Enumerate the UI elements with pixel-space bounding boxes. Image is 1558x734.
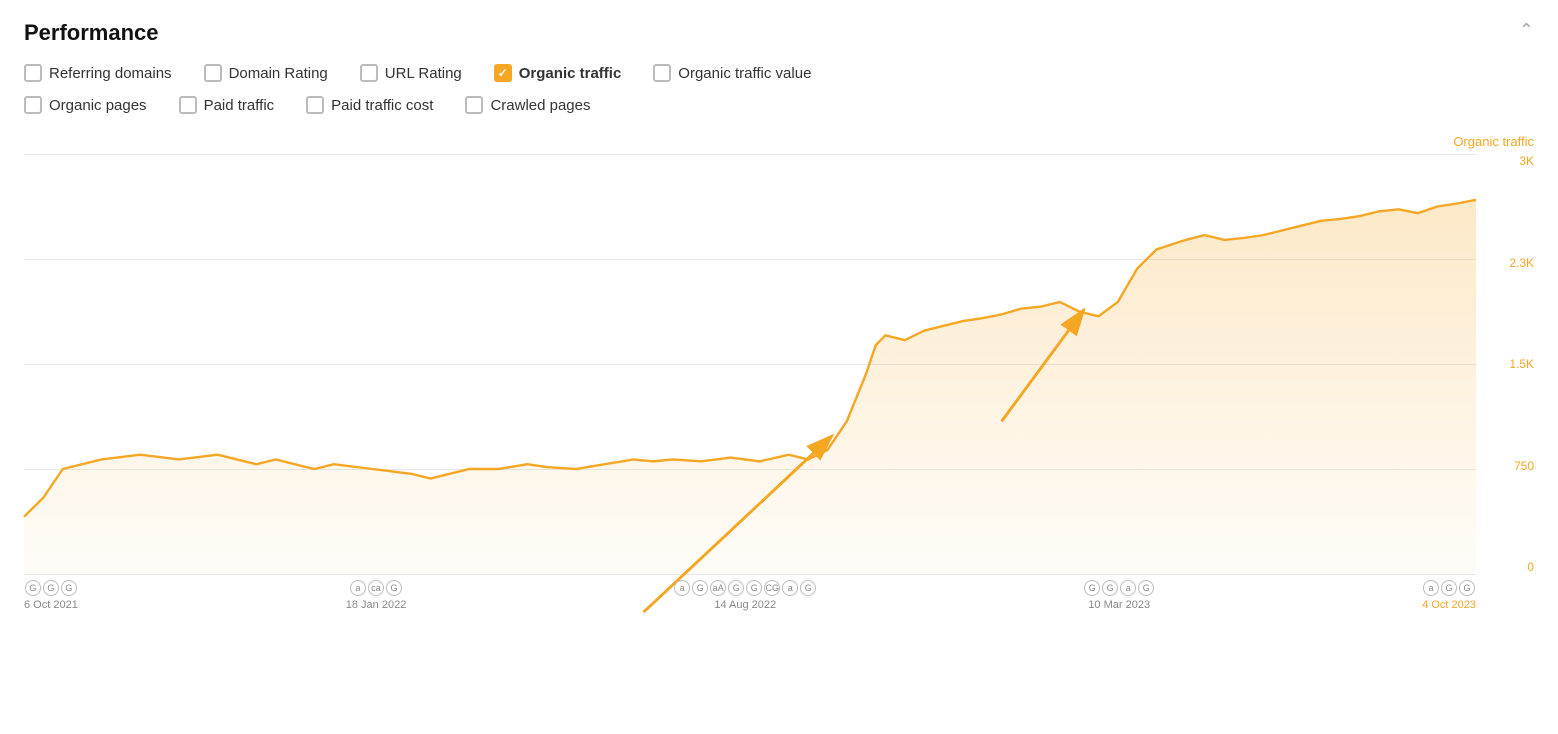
checkbox-box-domain_rating xyxy=(204,64,222,82)
x-icons-row: a G aA G G CG a G xyxy=(674,580,816,596)
x-date: 10 Mar 2023 xyxy=(1088,599,1150,611)
x-date: 18 Jan 2022 xyxy=(346,599,407,611)
filter-checkboxes-row1: Referring domains Domain Rating URL Rating… xyxy=(24,64,1534,92)
collapse-icon[interactable]: ⌃ xyxy=(1519,20,1534,41)
checkbox-label-organic_traffic_value: Organic traffic value xyxy=(678,65,811,82)
checkbox-label-paid_traffic_cost: Paid traffic cost xyxy=(331,97,433,114)
checkbox-organic_pages[interactable]: Organic pages xyxy=(24,96,147,114)
a-icon: a xyxy=(1120,580,1136,596)
checkbox-organic_traffic_value[interactable]: Organic traffic value xyxy=(653,64,811,82)
x-label-group: a G G 4 Oct 2023 xyxy=(1422,580,1476,611)
checkbox-label-crawled_pages: Crawled pages xyxy=(490,97,590,114)
x-date: 6 Oct 2021 xyxy=(24,599,78,611)
g-icon: G xyxy=(1084,580,1100,596)
g-icon: G xyxy=(692,580,708,596)
checkbox-label-referring_domains: Referring domains xyxy=(49,65,172,82)
checkbox-crawled_pages[interactable]: Crawled pages xyxy=(465,96,590,114)
a-icon: a xyxy=(1423,580,1439,596)
checkbox-box-paid_traffic_cost xyxy=(306,96,324,114)
g-icon: G xyxy=(800,580,816,596)
chart-area-fill xyxy=(24,200,1476,574)
page-title: Performance xyxy=(24,20,159,46)
checkbox-paid_traffic_cost[interactable]: Paid traffic cost xyxy=(306,96,433,114)
checkbox-label-paid_traffic: Paid traffic xyxy=(204,97,275,114)
performance-header: Performance ⌃ xyxy=(24,20,1534,46)
checkbox-box-organic_pages xyxy=(24,96,42,114)
x-date-last: 4 Oct 2023 xyxy=(1422,599,1476,611)
checkbox-referring_domains[interactable]: Referring domains xyxy=(24,64,172,82)
g-icon: G xyxy=(1441,580,1457,596)
x-label-group: a ca G 18 Jan 2022 xyxy=(346,580,407,611)
checkbox-url_rating[interactable]: URL Rating xyxy=(360,64,462,82)
checkbox-domain_rating[interactable]: Domain Rating xyxy=(204,64,328,82)
filter-checkboxes-row2: Organic pages Paid traffic Paid traffic co… xyxy=(24,96,1534,124)
aa-icon: aA xyxy=(710,580,726,596)
checkbox-paid_traffic[interactable]: Paid traffic xyxy=(179,96,275,114)
checkbox-box-url_rating xyxy=(360,64,378,82)
x-icons-row: G G a G xyxy=(1084,580,1154,596)
checkbox-label-organic_pages: Organic pages xyxy=(49,97,147,114)
y-label: 3K xyxy=(1519,154,1534,168)
x-icons-row: a ca G xyxy=(350,580,402,596)
g-icon: G xyxy=(61,580,77,596)
y-axis: 3K 2.3K 1.5K 750 0 xyxy=(1484,154,1534,574)
chart-svg xyxy=(24,154,1476,574)
g-icon: G xyxy=(43,580,59,596)
g-icon: G xyxy=(746,580,762,596)
a-icon: a xyxy=(782,580,798,596)
g-icon: G xyxy=(1102,580,1118,596)
a-icon: a xyxy=(350,580,366,596)
y-label: 1.5K xyxy=(1509,357,1534,371)
checkbox-box-organic_traffic_value xyxy=(653,64,671,82)
checkbox-box-referring_domains xyxy=(24,64,42,82)
checkbox-label-url_rating: URL Rating xyxy=(385,65,462,82)
x-date: 14 Aug 2022 xyxy=(714,599,776,611)
x-label-group: G G G 6 Oct 2021 xyxy=(24,580,78,611)
y-label: 750 xyxy=(1514,459,1534,473)
y-label: 0 xyxy=(1527,560,1534,574)
a-icon: a xyxy=(674,580,690,596)
x-label-group: a G aA G G CG a G 14 Aug 2022 xyxy=(674,580,816,611)
chart-container xyxy=(24,154,1476,574)
x-label-group: G G a G 10 Mar 2023 xyxy=(1084,580,1154,611)
checkbox-box-paid_traffic xyxy=(179,96,197,114)
ca-icon: ca xyxy=(368,580,384,596)
checkbox-organic_traffic[interactable]: Organic traffic xyxy=(494,64,622,82)
chart-area: Organic traffic 3K 2.3K 1.5K 750 0 xyxy=(24,134,1534,624)
checkbox-label-domain_rating: Domain Rating xyxy=(229,65,328,82)
y-label: 2.3K xyxy=(1509,256,1534,270)
checkbox-label-organic_traffic: Organic traffic xyxy=(519,65,622,82)
g-icon: G xyxy=(1138,580,1154,596)
x-icons-row: a G G xyxy=(1423,580,1475,596)
g-icon: G xyxy=(1459,580,1475,596)
checkbox-box-organic_traffic xyxy=(494,64,512,82)
chart-y-axis-label: Organic traffic xyxy=(1453,134,1534,149)
g-icon: G xyxy=(728,580,744,596)
g-icon: G xyxy=(25,580,41,596)
checkbox-box-crawled_pages xyxy=(465,96,483,114)
g-icon: G xyxy=(386,580,402,596)
x-icons-row: G G G xyxy=(25,580,77,596)
x-axis-labels: G G G 6 Oct 2021 a ca G 18 Jan 2022 a G … xyxy=(24,574,1476,624)
cg-icon: CG xyxy=(764,580,780,596)
